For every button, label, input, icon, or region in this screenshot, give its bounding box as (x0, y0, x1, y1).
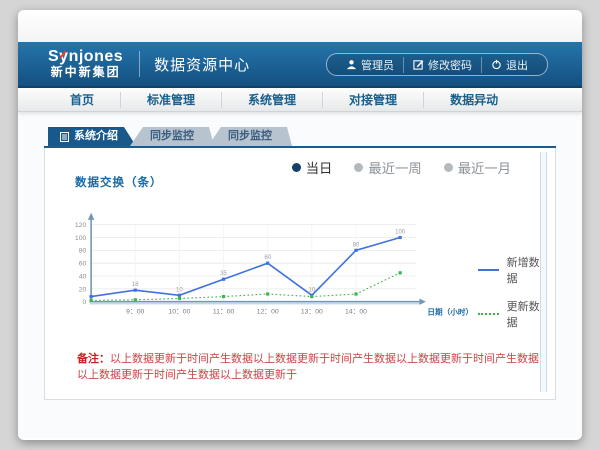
change-password-button[interactable]: 修改密码 (404, 57, 482, 73)
svg-text:40: 40 (79, 273, 87, 280)
tab-bar: 系统介绍 同步监控 同步监控 (44, 128, 556, 148)
svg-text:10: 10 (176, 287, 183, 293)
content-area: 系统介绍 同步监控 同步监控 当日 最近一周 (18, 112, 582, 438)
user-icon (346, 59, 357, 70)
svg-text:12：00: 12：00 (257, 309, 279, 316)
svg-text:10: 10 (308, 287, 315, 293)
tab-system-intro[interactable]: 系统介绍 (48, 127, 136, 146)
svg-text:11：00: 11：00 (213, 309, 235, 316)
chart-legend: 新增数据 更新数据 (478, 254, 541, 344)
browser-chrome-strip (18, 10, 582, 42)
main-navbar: 首页 标准管理 系统管理 对接管理 数据异动 (18, 88, 582, 112)
logout-label: 退出 (506, 57, 528, 73)
dotted-line-swatch (478, 313, 498, 315)
legend-item-updated-data: 更新数据 (478, 298, 541, 330)
header-divider (139, 51, 140, 77)
svg-text:20: 20 (79, 286, 87, 293)
filter-last-month-radio[interactable]: 最近一月 (444, 158, 511, 177)
page-title: 数据资源中心 (154, 54, 250, 75)
svg-text:14：00: 14：00 (345, 309, 367, 316)
svg-text:100: 100 (395, 229, 406, 235)
brand-logo: Synjones 新中新集团 (18, 49, 123, 78)
footnote-label: 备注： (77, 353, 110, 365)
svg-text:120: 120 (75, 222, 87, 229)
svg-text:60: 60 (79, 261, 87, 268)
tab-label: 同步监控 (150, 127, 194, 146)
current-user-button[interactable]: 管理员 (337, 57, 404, 73)
app-window: Synjones 新中新集团 数据资源中心 管理员 修改密码 (18, 10, 582, 440)
scrollbar[interactable] (540, 152, 547, 392)
power-icon (491, 59, 502, 70)
svg-text:9：00: 9：00 (126, 309, 144, 316)
logout-button[interactable]: 退出 (482, 57, 537, 73)
svg-text:35: 35 (220, 271, 227, 277)
solid-line-swatch (478, 269, 498, 271)
current-user-label: 管理员 (361, 57, 394, 73)
tab-label: 系统介绍 (74, 127, 118, 146)
radio-unselected-icon (354, 163, 363, 172)
nav-item-system-mgmt[interactable]: 系统管理 (222, 92, 323, 108)
nav-item-standard-mgmt[interactable]: 标准管理 (121, 92, 222, 108)
legend-label: 更新数据 (507, 298, 541, 330)
chart-panel: 当日 最近一周 最近一月 数据交换（条） 0204060801001209：00… (44, 148, 556, 400)
time-range-filter: 当日 最近一周 最近一月 (292, 158, 511, 177)
svg-text:100: 100 (75, 235, 87, 242)
svg-text:0: 0 (82, 299, 86, 306)
chart-row: 0 20 40 60 80 100 120 9：00 10：00 11：00 12：00 13：00 1… (59, 192, 541, 344)
filter-last-week-radio[interactable]: 最近一周 (354, 158, 421, 177)
legend-label: 新增数据 (507, 254, 541, 286)
svg-text:80: 80 (353, 242, 360, 248)
svg-text:60: 60 (264, 255, 271, 261)
tab-label: 同步监控 (228, 127, 272, 146)
tab-sync-monitor-2[interactable]: 同步监控 (208, 127, 292, 146)
svg-text:10：00: 10：00 (168, 309, 190, 316)
radio-selected-icon (292, 163, 301, 172)
document-icon (60, 132, 69, 142)
logo-text-cn: 新中新集团 (48, 66, 123, 79)
svg-text:80: 80 (79, 248, 87, 255)
footnote: 备注：以上数据更新于时间产生数据以上数据更新于时间产生数据以上数据更新于时间产生… (77, 350, 541, 382)
filter-label: 最近一周 (368, 158, 421, 177)
svg-text:日期（小时）: 日期（小时） (427, 307, 473, 317)
filter-label: 最近一月 (458, 158, 511, 177)
line-chart: 0 20 40 60 80 100 120 9：00 10：00 11：00 12：00 13：00 1… (59, 192, 476, 344)
user-toolbar: 管理员 修改密码 退出 (326, 53, 548, 76)
nav-item-interface-mgmt[interactable]: 对接管理 (323, 92, 424, 108)
radio-unselected-icon (444, 163, 453, 172)
nav-item-data-change[interactable]: 数据异动 (424, 92, 524, 108)
change-password-label: 修改密码 (428, 57, 472, 73)
nav-item-home[interactable]: 首页 (44, 92, 121, 108)
footnote-text: 以上数据更新于时间产生数据以上数据更新于时间产生数据以上数据更新于时间产生数据以… (77, 353, 539, 381)
svg-text:13：00: 13：00 (301, 309, 323, 316)
svg-text:18: 18 (132, 282, 139, 288)
tab-sync-monitor-1[interactable]: 同步监控 (130, 127, 214, 146)
filter-today-radio[interactable]: 当日 (292, 158, 333, 177)
edit-icon (413, 59, 424, 70)
legend-item-new-data: 新增数据 (478, 254, 541, 286)
app-header: Synjones 新中新集团 数据资源中心 管理员 修改密码 (18, 42, 582, 88)
filter-label: 当日 (306, 158, 333, 177)
